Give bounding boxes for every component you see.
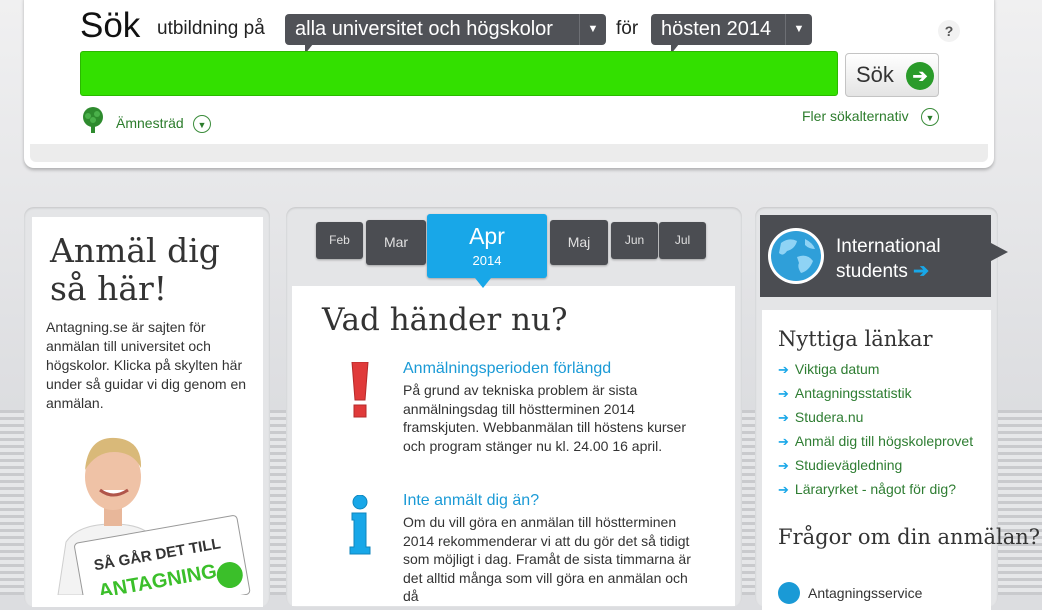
search-heading: Sök [80, 6, 141, 45]
news-item-title[interactable]: Anmälningsperioden förlängd [403, 360, 611, 378]
exclamation-icon [351, 362, 369, 418]
news-item-title[interactable]: Inte anmält dig än? [403, 492, 539, 510]
useful-link-item[interactable]: ➔ Antagningsstatistik [778, 385, 973, 409]
info-icon [349, 495, 371, 555]
search-input[interactable] [80, 51, 838, 96]
useful-link-label: Studera.nu [794, 409, 864, 425]
arrow-right-icon: ➔ [778, 362, 789, 377]
search-button-label: Sök [856, 62, 894, 87]
service-link[interactable]: Antagningsservice [808, 585, 922, 601]
banner-pointer [991, 243, 1008, 261]
useful-link-item[interactable]: ➔ Studievägledning [778, 457, 973, 481]
active-year-label: 2014 [472, 253, 502, 268]
international-line-2: students [836, 261, 908, 282]
subject-tree-link[interactable]: Ämnesträd [116, 115, 184, 131]
active-month-label: Apr [469, 223, 505, 249]
international-line-1: International [836, 236, 941, 257]
chevron-down-icon[interactable]: ▼ [193, 115, 211, 133]
month-tab-apr-active[interactable]: Apr 2014 [427, 214, 547, 288]
help-icon[interactable]: ? [938, 20, 960, 42]
how-to-apply-title: Anmäl dig så här! [50, 231, 220, 308]
arrow-right-icon: ➔ [913, 261, 930, 282]
month-tab-jun[interactable]: Jun [611, 222, 658, 259]
universities-dropdown-value: alla universitet och högskolor [295, 18, 553, 40]
search-prefix: utbildning på [157, 18, 265, 39]
useful-link-item[interactable]: ➔ Studera.nu [778, 409, 973, 433]
arrow-right-icon: ➔ [778, 482, 789, 497]
month-tab-feb[interactable]: Feb [316, 222, 363, 259]
chevron-down-icon: ▼ [579, 14, 606, 45]
useful-link-label: Antagningsstatistik [794, 385, 912, 401]
tree-icon [83, 107, 103, 133]
globe-icon [768, 228, 824, 284]
useful-links-list: ➔ Viktiga datum ➔ Antagningsstatistik ➔ Stu… [778, 361, 973, 505]
month-tab-maj[interactable]: Maj [550, 220, 608, 265]
guide-sign-image[interactable]: SÅ GÅR DET TILL ANTAGNING [38, 432, 258, 595]
term-dropdown[interactable]: hösten 2014 ▼ [651, 14, 812, 54]
universities-dropdown[interactable]: alla universitet och högskolor ▼ [285, 14, 606, 54]
useful-link-item[interactable]: ➔ Anmäl dig till högskoleprovet [778, 433, 973, 457]
how-to-apply-text: Antagning.se är sajten för anmälan till … [46, 319, 247, 411]
useful-links-heading: Nyttiga länkar [778, 327, 933, 351]
month-tab-mar[interactable]: Mar [366, 220, 426, 265]
search-panel-footer [30, 144, 988, 162]
chevron-down-icon[interactable]: ▼ [921, 108, 939, 126]
arrow-right-icon: ➔ [778, 386, 789, 401]
useful-link-label: Studievägledning [794, 457, 903, 473]
arrow-right-icon: ➔ [778, 410, 789, 425]
more-options-link[interactable]: Fler sökalternativ [802, 108, 909, 124]
useful-link-item[interactable]: ➔ Läraryrket - något för dig? [778, 481, 973, 505]
term-dropdown-value: hösten 2014 [661, 18, 772, 40]
arrow-right-icon: ➔ [906, 62, 934, 90]
news-item-body: Om du vill göra en anmälan till höstterm… [403, 514, 691, 604]
useful-link-label: Läraryrket - något för dig? [794, 481, 956, 497]
search-button[interactable]: Sök ➔ [845, 53, 939, 97]
useful-link-item[interactable]: ➔ Viktiga datum [778, 361, 973, 385]
month-tab-jul[interactable]: Jul [659, 222, 706, 259]
useful-link-label: Anmäl dig till högskoleprovet [794, 433, 974, 449]
international-students-link[interactable]: International students ➔ [836, 234, 941, 284]
arrow-right-icon: ➔ [778, 434, 789, 449]
news-item-body: På grund av tekniska problem är sista an… [403, 382, 686, 454]
useful-link-label: Viktiga datum [794, 361, 880, 377]
search-connector: för [616, 18, 639, 39]
news-heading: Vad händer nu? [322, 302, 568, 338]
arrow-right-icon: ➔ [778, 458, 789, 473]
active-tab-pointer [475, 278, 491, 288]
questions-heading: Frågor om din anmälan? [778, 525, 1041, 549]
chevron-down-icon: ▼ [785, 14, 812, 45]
mail-icon [778, 582, 800, 604]
